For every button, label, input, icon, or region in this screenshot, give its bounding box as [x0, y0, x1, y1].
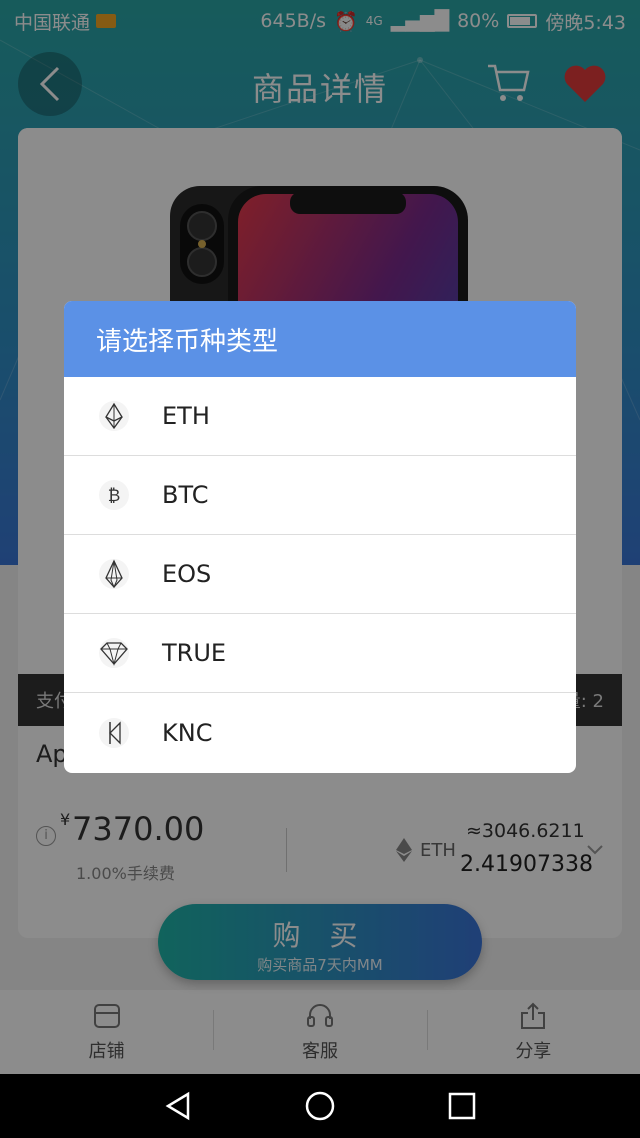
coin-option-btc[interactable]: ₿ BTC	[64, 456, 576, 535]
system-home-icon[interactable]	[304, 1090, 336, 1122]
bitcoin-icon: ₿	[99, 480, 129, 510]
dialog-title: 请选择币种类型	[64, 301, 576, 377]
coin-option-label: KNC	[162, 718, 213, 747]
coin-select-dialog: 请选择币种类型 ETH ₿ BTC EOS TRUE KNC	[64, 301, 576, 773]
coin-option-eth[interactable]: ETH	[64, 377, 576, 456]
coin-option-eos[interactable]: EOS	[64, 535, 576, 614]
coin-option-knc[interactable]: KNC	[64, 693, 576, 772]
kyber-icon	[99, 717, 129, 748]
eos-icon	[99, 559, 129, 589]
coin-option-label: TRUE	[162, 639, 227, 667]
truechain-icon	[99, 638, 129, 668]
svg-text:₿: ₿	[108, 486, 121, 506]
ethereum-icon	[99, 401, 129, 431]
system-recents-icon[interactable]	[446, 1090, 478, 1122]
coin-option-label: BTC	[162, 481, 209, 509]
coin-option-true[interactable]: TRUE	[64, 614, 576, 693]
system-nav-bar	[0, 1074, 640, 1138]
coin-option-label: ETH	[162, 402, 210, 430]
coin-option-label: EOS	[162, 560, 212, 588]
system-back-icon[interactable]	[162, 1090, 194, 1122]
